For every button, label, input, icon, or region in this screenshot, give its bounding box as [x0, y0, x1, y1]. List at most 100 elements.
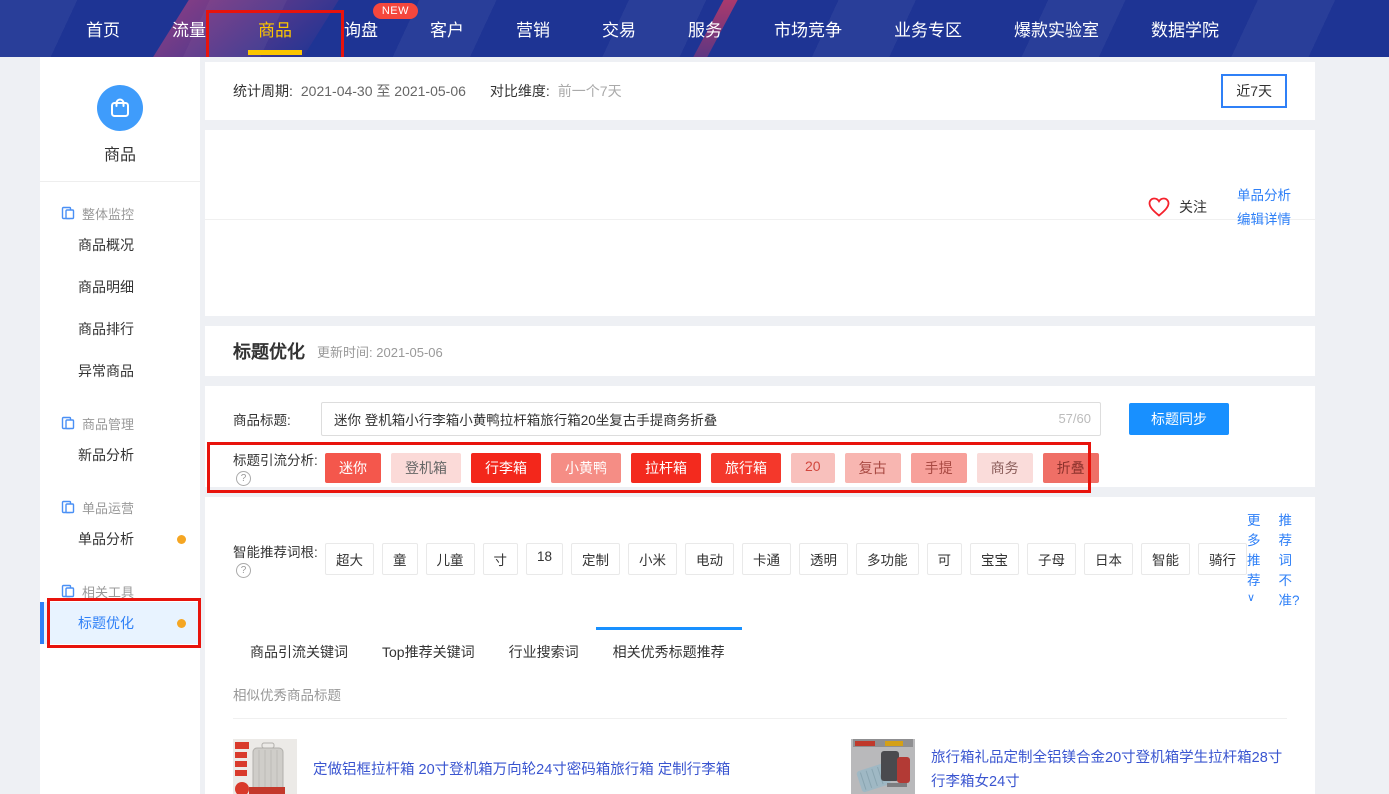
page-title: 标题优化	[233, 338, 305, 364]
tab-product-traffic-keywords[interactable]: 商品引流关键词	[233, 627, 365, 674]
sidebar-item-single-product-analysis[interactable]: 单品分析	[40, 518, 200, 560]
sidebar-group-monitor: 整体监控	[40, 202, 200, 224]
word-root-chip[interactable]: 卡通	[742, 543, 791, 575]
sidebar-item-abnormal-products[interactable]: 异常商品	[40, 350, 200, 392]
word-root-chips: 超大 童 儿童 寸 18 定制 小米 电动 卡通 透明 多功能 可 宝宝 子母 …	[325, 543, 1247, 575]
keyword-tag[interactable]: 拉杆箱	[631, 453, 701, 483]
recommendation-card: 智能推荐词根:? 超大 童 儿童 寸 18 定制 小米 电动 卡通 透明 多功能…	[205, 497, 1315, 794]
word-root-chip[interactable]: 童	[382, 543, 418, 575]
nav-item-label: 询盘	[344, 16, 378, 41]
word-roots-row: 智能推荐词根:? 超大 童 儿童 寸 18 定制 小米 电动 卡通 透明 多功能…	[233, 509, 1287, 609]
update-time-label: 更新时间:	[317, 345, 373, 360]
nav-item-hot-lab[interactable]: 爆款实验室	[988, 0, 1125, 57]
nav-item-home[interactable]: 首页	[60, 0, 146, 57]
nav-item-marketing[interactable]: 营销	[490, 0, 576, 57]
title-traffic-analysis-row: 标题引流分析:? 迷你 登机箱 行李箱 小黄鸭 拉杆箱 旅行箱 20 复古 手提…	[233, 449, 1287, 486]
keyword-tag[interactable]: 登机箱	[391, 453, 461, 483]
word-root-chip[interactable]: 18	[526, 543, 563, 575]
product-title-link[interactable]: 定做铝框拉杆箱 20寸登机箱万向轮24寸密码箱旅行箱 定制行李箱	[313, 759, 730, 783]
sidebar-item-label: 单品分析	[78, 529, 134, 549]
keyword-tag[interactable]: 手提	[911, 453, 967, 483]
word-root-chip[interactable]: 超大	[325, 543, 374, 575]
divider	[205, 219, 1315, 220]
sidebar-group-single-product: 单品运营	[40, 496, 200, 518]
product-list: 定做铝框拉杆箱 20寸登机箱万向轮24寸密码箱旅行箱 定制行李箱	[233, 735, 1287, 794]
more-recommend-link[interactable]: 更多推荐 ∨	[1247, 509, 1261, 609]
product-module-icon	[97, 85, 143, 131]
keyword-tag[interactable]: 行李箱	[471, 453, 541, 483]
doc-icon	[61, 416, 75, 430]
group-header-label: 商品管理	[82, 414, 134, 433]
sidebar-item-product-detail[interactable]: 商品明细	[40, 266, 200, 308]
analysis-label: 标题引流分析:?	[233, 449, 321, 486]
word-root-chip[interactable]: 定制	[571, 543, 620, 575]
more-recommend-label: 更多推荐	[1247, 513, 1261, 588]
keyword-tag[interactable]: 小黄鸭	[551, 453, 621, 483]
nav-item-trade[interactable]: 交易	[576, 0, 662, 57]
sidebar-item-title-optimization[interactable]: 标题优化	[40, 602, 200, 644]
product-title-label: 商品标题:	[233, 409, 321, 429]
doc-icon	[61, 584, 75, 598]
word-root-chip[interactable]: 多功能	[856, 543, 919, 575]
tab-industry-search-words[interactable]: 行业搜索词	[492, 627, 596, 674]
help-icon[interactable]: ?	[236, 563, 251, 578]
sidebar-group-management: 商品管理	[40, 412, 200, 434]
word-root-chip[interactable]: 透明	[799, 543, 848, 575]
nav-items: 首页 流量 商品 询盘 NEW 客户 营销 交易 服务 市场竞争 业务专区 爆款…	[60, 0, 1245, 57]
tab-top-recommend-keywords[interactable]: Top推荐关键词	[365, 627, 492, 674]
nav-item-traffic[interactable]: 流量	[146, 0, 232, 57]
nav-item-products[interactable]: 商品	[232, 0, 318, 57]
word-root-chip[interactable]: 电动	[685, 543, 734, 575]
word-root-chip[interactable]: 骑行	[1198, 543, 1247, 575]
sidebar: 商品 整体监控 商品概况 商品明细 商品排行 异常商品 商品管理 新品分析	[40, 57, 200, 794]
follow-button[interactable]: 关注	[1147, 196, 1207, 218]
word-root-chip[interactable]: 小米	[628, 543, 677, 575]
nav-item-customers[interactable]: 客户	[404, 0, 490, 57]
main-content: 统计周期: 2021-04-30 至 2021-05-06 对比维度: 前一个7…	[205, 57, 1315, 794]
word-root-chip[interactable]: 子母	[1027, 543, 1076, 575]
inaccurate-words-link[interactable]: 推荐词不准?	[1279, 509, 1300, 609]
statistics-period-bar: 统计周期: 2021-04-30 至 2021-05-06 对比维度: 前一个7…	[205, 62, 1315, 120]
chevron-down-icon: ∨	[1247, 592, 1255, 604]
group-header-label: 相关工具	[82, 582, 134, 601]
word-root-chip[interactable]: 可	[927, 543, 963, 575]
heart-icon	[1147, 196, 1171, 218]
nav-item-service[interactable]: 服务	[662, 0, 748, 57]
nav-item-data-academy[interactable]: 数据学院	[1125, 0, 1245, 57]
range-7days-button[interactable]: 近7天	[1221, 74, 1287, 108]
word-root-chip[interactable]: 儿童	[426, 543, 475, 575]
orange-dot-badge	[177, 535, 186, 544]
sidebar-item-new-product-analysis[interactable]: 新品分析	[40, 434, 200, 476]
product-title-link[interactable]: 旅行箱礼品定制全铝镁合金20寸登机箱学生拉杆箱28寸行李箱女24寸	[931, 747, 1287, 794]
nav-item-market-competition[interactable]: 市场竞争	[748, 0, 868, 57]
keyword-tag[interactable]: 折叠	[1043, 453, 1099, 483]
keyword-tag[interactable]: 20	[791, 453, 835, 483]
help-icon[interactable]: ?	[236, 471, 251, 486]
edit-detail-link[interactable]: 编辑详情	[1237, 208, 1291, 228]
single-product-analysis-link[interactable]: 单品分析	[1237, 184, 1291, 204]
word-root-chip[interactable]: 智能	[1141, 543, 1190, 575]
sidebar-item-product-overview[interactable]: 商品概况	[40, 224, 200, 266]
sidebar-item-product-ranking[interactable]: 商品排行	[40, 308, 200, 350]
keyword-tag[interactable]: 复古	[845, 453, 901, 483]
top-nav: 首页 流量 商品 询盘 NEW 客户 营销 交易 服务 市场竞争 业务专区 爆款…	[0, 0, 1389, 57]
nav-item-inquiry[interactable]: 询盘 NEW	[318, 0, 404, 57]
title-input-wrap: 57/60	[321, 402, 1101, 436]
product-title-input[interactable]	[321, 402, 1101, 436]
title-sync-button[interactable]: 标题同步	[1129, 403, 1229, 435]
word-root-chip[interactable]: 日本	[1084, 543, 1133, 575]
word-root-chip[interactable]: 寸	[483, 543, 519, 575]
word-root-chip[interactable]: 宝宝	[970, 543, 1019, 575]
tab-related-excellent-titles[interactable]: 相关优秀标题推荐	[596, 627, 742, 674]
keyword-tag[interactable]: 旅行箱	[711, 453, 781, 483]
product-thumbnail[interactable]	[233, 739, 297, 794]
keyword-tag[interactable]: 商务	[977, 453, 1033, 483]
sidebar-group-tools: 相关工具	[40, 580, 200, 602]
keyword-tag[interactable]: 迷你	[325, 453, 381, 483]
roots-label: 智能推荐词根:?	[233, 541, 321, 578]
group-header-label: 单品运营	[82, 498, 134, 517]
nav-item-business-zone[interactable]: 业务专区	[868, 0, 988, 57]
product-thumbnail[interactable]	[851, 739, 915, 794]
update-time: 更新时间: 2021-05-06	[317, 342, 443, 361]
compare-value: 前一个7天	[558, 81, 622, 101]
